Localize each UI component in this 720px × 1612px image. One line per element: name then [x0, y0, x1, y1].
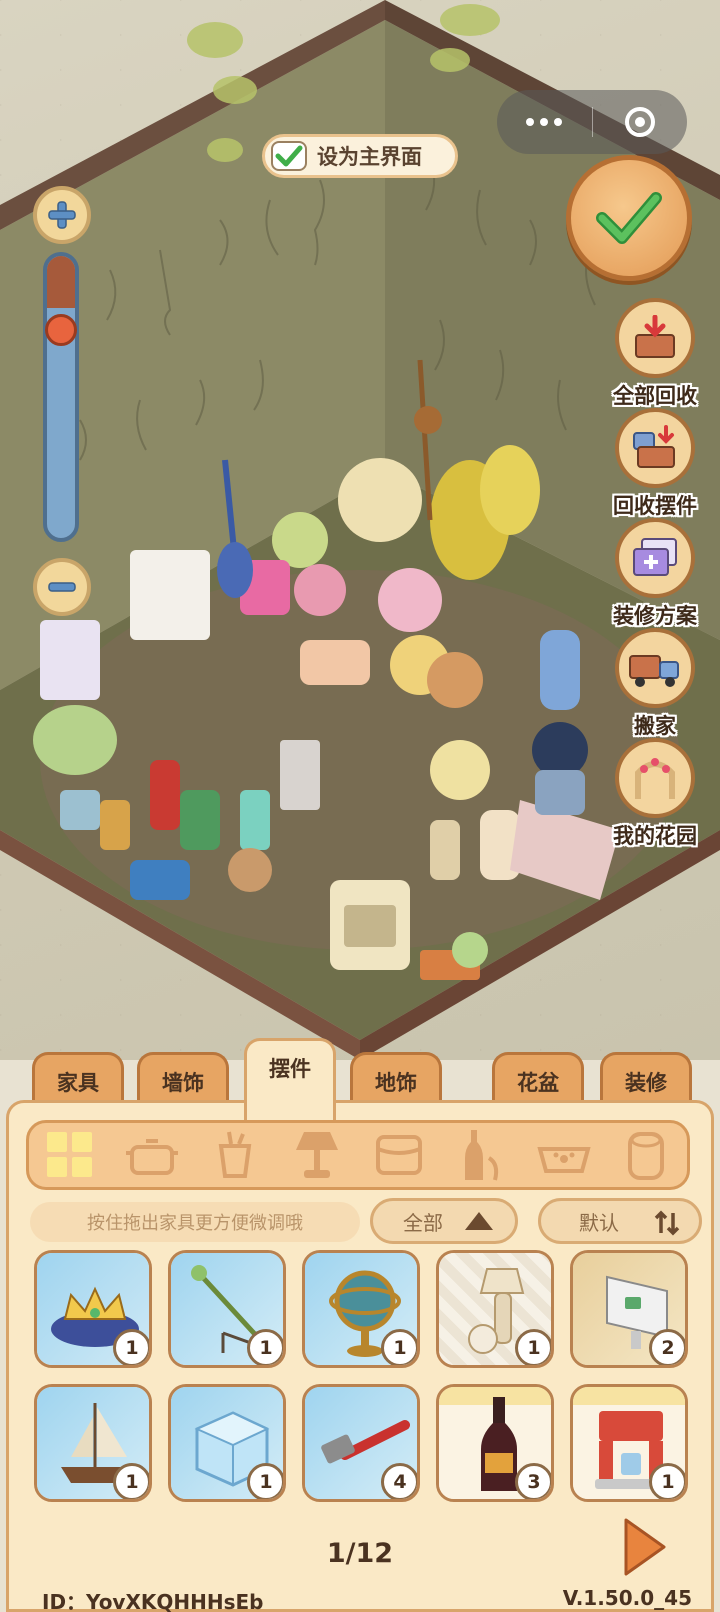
user-id: ID：YovXKQHHHsEb [42, 1590, 264, 1612]
item-ice-cube-block[interactable]: 1 [168, 1384, 286, 1502]
recycle-ornaments-label: 回收摆件 [613, 494, 697, 518]
all-grid-icon[interactable] [40, 1127, 100, 1183]
move-house-label: 搬家 [634, 714, 676, 738]
miniprogram-capsule[interactable] [497, 90, 687, 154]
plus-icon [48, 201, 76, 229]
tab-label: 地饰 [375, 1071, 417, 1095]
move-house-button[interactable]: 搬家 [580, 628, 720, 740]
item-coffee-machine[interactable]: 1 [570, 1384, 688, 1502]
pet-bowl-icon[interactable] [534, 1127, 594, 1183]
page-indicator: 1/12 [326, 1538, 394, 1569]
item-count-badge: 1 [113, 1463, 149, 1499]
item-wine-bottle[interactable]: 3 [436, 1384, 554, 1502]
category-bar [26, 1120, 690, 1190]
item-count-badge: 1 [247, 1329, 283, 1365]
sort-arrows-icon [654, 1210, 680, 1236]
item-count-badge: 1 [381, 1329, 417, 1365]
next-page-arrow-icon[interactable] [622, 1516, 668, 1578]
recycle-all-button[interactable]: 全部回收 [580, 298, 720, 410]
recycle-all-box-icon [615, 298, 695, 378]
item-count-badge: 1 [113, 1329, 149, 1365]
tab-label: 墙饰 [162, 1071, 204, 1095]
tab-ornaments[interactable]: 摆件 [244, 1038, 336, 1120]
decoration-plan-label: 装修方案 [613, 604, 697, 628]
cup-icon[interactable] [205, 1127, 265, 1183]
my-garden-label: 我的花园 [613, 824, 697, 848]
item-count-badge: 1 [515, 1329, 551, 1365]
recycle-ornament-icon [615, 408, 695, 488]
zoom-slider-handle[interactable] [45, 314, 77, 346]
sort-label: 默认 [579, 1210, 619, 1235]
moving-truck-icon [615, 628, 695, 708]
tissue-roll-icon[interactable] [616, 1127, 676, 1183]
close-target-icon[interactable] [593, 107, 688, 137]
tab-label: 花盆 [517, 1071, 559, 1095]
set-as-main-toggle[interactable]: 设为主界面 [262, 134, 458, 178]
item-count-badge: 1 [649, 1463, 685, 1499]
item-sailboat-model[interactable]: 1 [34, 1384, 152, 1502]
item-armillary-globe[interactable]: 1 [302, 1250, 420, 1368]
more-menu-icon[interactable] [497, 118, 592, 126]
filter-label: 全部 [403, 1210, 443, 1235]
item-red-hammer[interactable]: 4 [302, 1384, 420, 1502]
item-count-badge: 1 [247, 1463, 283, 1499]
item-crown-cushion[interactable]: 1 [34, 1250, 152, 1368]
set-as-main-label: 设为主界面 [317, 145, 422, 169]
tab-label: 家具 [57, 1071, 99, 1095]
item-count-badge: 2 [649, 1329, 685, 1365]
item-staff-on-stand[interactable]: 1 [168, 1250, 286, 1368]
garden-arch-icon [615, 738, 695, 818]
recycle-ornaments-button[interactable]: 回收摆件 [580, 408, 720, 520]
minus-icon [48, 582, 76, 592]
pot-icon[interactable] [122, 1127, 182, 1183]
item-computer-monitor[interactable]: 2 [570, 1250, 688, 1368]
confirm-button[interactable] [566, 155, 692, 281]
item-count-badge: 4 [381, 1463, 417, 1499]
drag-hint-text: 按住拖出家具更方便微调哦 [30, 1202, 360, 1242]
my-garden-button[interactable]: 我的花园 [580, 738, 720, 850]
tab-label: 摆件 [269, 1057, 311, 1081]
decoration-plan-icon [615, 518, 695, 598]
zoom-in-button[interactable] [33, 186, 91, 244]
zoom-slider[interactable] [43, 252, 79, 542]
lamp-icon[interactable] [287, 1127, 347, 1183]
check-icon [275, 145, 303, 167]
version-label: V.1.50.0_45 [562, 1586, 692, 1610]
decoration-plan-button[interactable]: 装修方案 [580, 518, 720, 630]
check-icon [596, 192, 662, 244]
tab-label: 装修 [625, 1071, 667, 1095]
bottle-icon[interactable] [451, 1127, 511, 1183]
checkbox[interactable] [271, 141, 307, 171]
sort-dropdown[interactable]: 默认 [538, 1198, 702, 1244]
item-count-badge: 3 [515, 1463, 551, 1499]
zoom-out-button[interactable] [33, 558, 91, 616]
recycle-all-label: 全部回收 [613, 384, 697, 408]
zoom-slider-fill [47, 256, 75, 308]
triangle-up-icon [465, 1212, 493, 1230]
item-table-lamp-vase[interactable]: 1 [436, 1250, 554, 1368]
cushion-icon[interactable] [369, 1127, 429, 1183]
filter-dropdown[interactable]: 全部 [370, 1198, 518, 1244]
